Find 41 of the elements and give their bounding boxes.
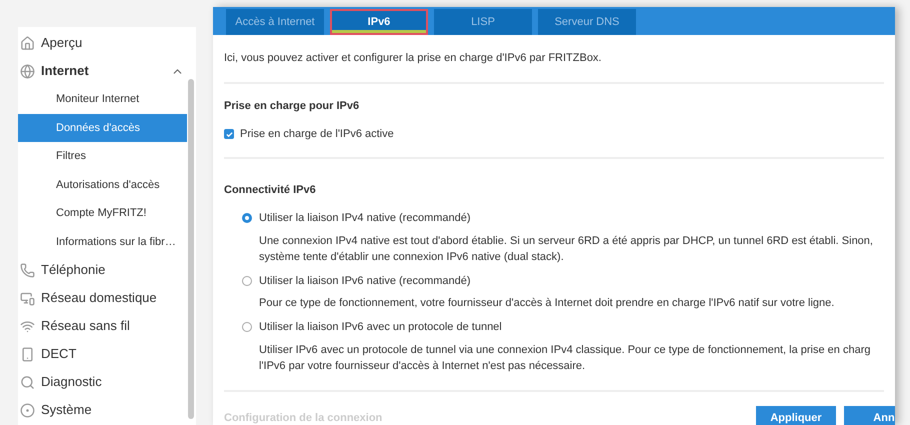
option-description: Une connexion IPv4 native est tout d'abord établie. Si un serveur 6RD a été appris par DHCP, un tunnel 6RD est établi. Sinon, système tente d'établir une connexion IPv6 native (dual stack). — [258, 234, 874, 264]
phone-icon — [20, 262, 35, 278]
nav-item[interactable]: Internet — [18, 57, 196, 85]
nav-item[interactable]: Diagnostic — [18, 368, 196, 396]
magnifier-icon — [20, 374, 35, 390]
nav-subitem[interactable]: Compte MyFRITZ! — [18, 199, 187, 228]
nav-item[interactable]: Aperçu — [18, 29, 196, 57]
radio-label: Utiliser la liaison IPv6 avec un protocole de tunnel — [259, 320, 502, 335]
section-title: Connectivité IPv6 — [224, 182, 317, 198]
radio-label: Utiliser la liaison IPv6 native (recommandé) — [259, 274, 471, 288]
action-button[interactable]: Appliquer — [756, 406, 836, 425]
nav-item[interactable]: Téléphonie — [18, 256, 196, 284]
wifi-icon — [20, 318, 35, 334]
radio-button[interactable] — [242, 213, 252, 224]
checkbox[interactable] — [224, 129, 234, 140]
monitor-icon — [20, 290, 35, 306]
section-title: Prise en charge pour IPv6 — [224, 98, 360, 114]
house-icon — [20, 36, 35, 50]
nav-item[interactable]: Réseau domestique — [18, 284, 196, 312]
handset-icon — [20, 346, 35, 362]
target-icon — [20, 402, 35, 418]
action-button[interactable]: Ann — [844, 406, 895, 425]
radio-label: Utiliser la liaison IPv4 native (recommandé) — [259, 211, 471, 226]
nav-subitem[interactable]: Autorisations d'accès — [18, 170, 187, 199]
tab[interactable]: IPv6 — [330, 9, 428, 35]
checkbox-label: Prise en charge de l'IPv6 active — [240, 127, 394, 142]
nav-subitem[interactable]: Moniteur Internet — [18, 85, 187, 114]
radio-button[interactable] — [242, 276, 252, 286]
intro-text: Ici, vous pouvez activer et configurer la prise en charge d'IPv6 par FRITZBox. — [224, 35, 884, 84]
nav-subitem[interactable]: Filtres — [18, 142, 187, 170]
nav-item[interactable]: Système — [18, 396, 196, 424]
check-icon — [226, 130, 232, 138]
radio-button[interactable] — [242, 322, 252, 332]
scrollbar[interactable] — [188, 79, 194, 419]
nav-subitem[interactable]: Données d'accès — [18, 114, 187, 142]
globe-icon — [20, 64, 35, 78]
nav-subitem[interactable]: Informations sur la fibr… — [18, 228, 187, 256]
nav-item[interactable]: DECT — [18, 340, 196, 368]
nav-item[interactable]: Réseau sans fil — [18, 312, 196, 340]
option-description: Utiliser IPv6 avec un protocole de tunnel via une connexion IPv4 classique. Pour ce type de fonctionnement, la prise en charg l'IPv6 par votre fournisseur d'accès à Internet n'est pas nécessaire. — [258, 342, 872, 374]
option-description: Pour ce type de fonctionnement, votre fournisseur d'accès à Internet doit prendre en charge l'IPv6 natif sur votre ligne. — [258, 296, 836, 311]
